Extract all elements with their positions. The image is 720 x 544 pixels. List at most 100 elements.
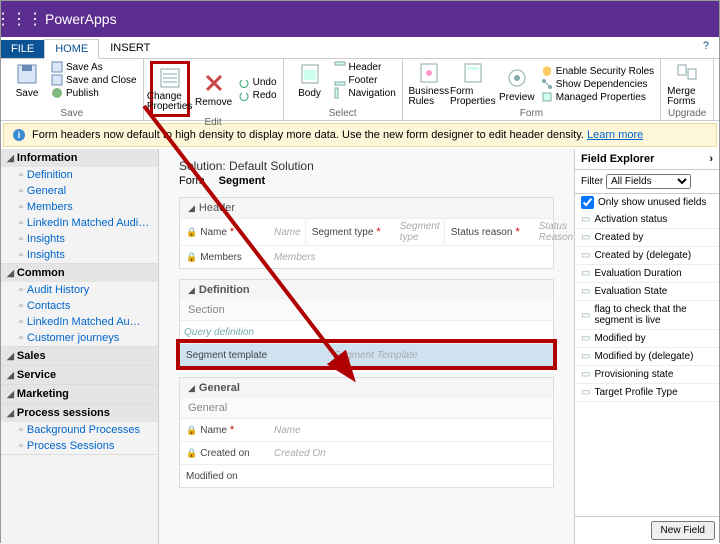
save-icon bbox=[51, 61, 63, 73]
segment-template-row[interactable]: Segment templateSegment Template bbox=[180, 343, 553, 366]
footer-icon bbox=[334, 74, 346, 86]
new-field-button[interactable]: New Field bbox=[651, 521, 715, 540]
required-icon: * bbox=[376, 226, 380, 238]
segment-template-field[interactable]: Segment Template bbox=[330, 348, 553, 363]
sidebar-section-process[interactable]: ◢Process sessions bbox=[1, 404, 158, 422]
sidebar-section-service[interactable]: ◢Service bbox=[1, 366, 158, 384]
change-properties-button[interactable]: Change Properties bbox=[150, 61, 190, 117]
group-edit-label: Edit bbox=[150, 117, 277, 128]
field-item[interactable]: ▭Created by (delegate) bbox=[575, 247, 719, 265]
field-item[interactable]: ▭flag to check that the segment is live bbox=[575, 301, 719, 330]
help-icon[interactable]: ? bbox=[703, 40, 709, 52]
sidebar-item[interactable]: ▫LinkedIn Matched Au… bbox=[1, 314, 158, 330]
tab-home[interactable]: HOME bbox=[44, 39, 99, 59]
definition-section[interactable]: ◢Definition Section Query definition Seg… bbox=[179, 279, 554, 367]
business-rules-button[interactable]: Business Rules bbox=[409, 61, 449, 107]
form-canvas[interactable]: Solution: Default Solution FormSegment ◢… bbox=[159, 149, 574, 544]
field-item[interactable]: ▭Evaluation State bbox=[575, 283, 719, 301]
sidebar-item[interactable]: ▫Insights bbox=[1, 231, 158, 247]
save-button[interactable]: Save bbox=[7, 62, 47, 99]
collapse-icon: ◢ bbox=[188, 383, 195, 394]
item-icon: ▫ bbox=[19, 284, 23, 296]
security-roles-button[interactable]: Enable Security Roles bbox=[541, 65, 654, 77]
sidebar-item[interactable]: ▫Customer journeys bbox=[1, 330, 158, 346]
publish-icon bbox=[51, 87, 63, 99]
collapse-icon: ◢ bbox=[188, 285, 195, 296]
sidebar-item[interactable]: ▫Contacts bbox=[1, 298, 158, 314]
preview-button[interactable]: Preview bbox=[497, 66, 537, 103]
header-button[interactable]: Header bbox=[334, 61, 396, 73]
properties-icon bbox=[158, 66, 182, 90]
form-properties-button[interactable]: Form Properties bbox=[453, 61, 493, 107]
sidebar-item[interactable]: ▫Members bbox=[1, 199, 158, 215]
sidebar-item[interactable]: ▫Insights bbox=[1, 247, 158, 263]
sidebar-item[interactable]: ▫Background Processes bbox=[1, 422, 158, 438]
chevron-right-icon[interactable]: › bbox=[709, 153, 713, 165]
remove-button[interactable]: Remove bbox=[194, 71, 234, 108]
footer-button[interactable]: Footer bbox=[334, 74, 396, 86]
navigation-sidebar[interactable]: ◢Information ▫Definition▫General▫Members… bbox=[1, 149, 159, 544]
app-launcher[interactable]: ⋮⋮⋮ bbox=[1, 1, 37, 37]
required-icon: * bbox=[515, 226, 519, 238]
field-icon: ▭ bbox=[581, 387, 590, 398]
body-button[interactable]: Body bbox=[290, 62, 330, 99]
filter-select[interactable]: All Fields bbox=[606, 174, 691, 189]
query-definition-field[interactable]: Query definition bbox=[180, 325, 553, 340]
sidebar-section-marketing[interactable]: ◢Marketing bbox=[1, 385, 158, 403]
sidebar-item[interactable]: ▫LinkedIn Matched Audi… bbox=[1, 215, 158, 231]
field-item[interactable]: ▭Created by bbox=[575, 229, 719, 247]
modified-on-field[interactable] bbox=[270, 474, 553, 478]
collapse-icon: ◢ bbox=[7, 153, 14, 164]
name-field-2[interactable]: Name bbox=[270, 423, 553, 438]
sidebar-section-sales[interactable]: ◢Sales bbox=[1, 347, 158, 365]
learn-more-link[interactable]: Learn more bbox=[587, 129, 643, 141]
field-item[interactable]: ▭Activation status bbox=[575, 211, 719, 229]
collapse-icon: ◢ bbox=[7, 370, 14, 381]
preview-icon bbox=[505, 66, 529, 90]
managed-properties-button[interactable]: Managed Properties bbox=[541, 91, 654, 103]
navigation-button[interactable]: Navigation bbox=[334, 87, 396, 99]
only-unused-checkbox[interactable] bbox=[581, 196, 594, 209]
save-icon bbox=[15, 62, 39, 86]
field-item[interactable]: ▭Provisioning state bbox=[575, 366, 719, 384]
publish-button[interactable]: Publish bbox=[51, 87, 137, 99]
undo-button[interactable]: Undo bbox=[238, 77, 277, 89]
save-close-button[interactable]: Save and Close bbox=[51, 74, 137, 86]
sidebar-section-common[interactable]: ◢Common bbox=[1, 264, 158, 282]
redo-button[interactable]: Redo bbox=[238, 90, 277, 102]
merge-icon bbox=[675, 61, 699, 85]
segment-type-field[interactable]: Segment type bbox=[396, 219, 444, 245]
status-reason-field[interactable]: Status Reason bbox=[535, 219, 574, 245]
field-item[interactable]: ▭Modified by bbox=[575, 330, 719, 348]
header-icon bbox=[334, 61, 346, 73]
item-icon: ▫ bbox=[19, 300, 23, 312]
field-item[interactable]: ▭Modified by (delegate) bbox=[575, 348, 719, 366]
lock-icon: 🔒 bbox=[186, 448, 197, 459]
members-field[interactable]: Members bbox=[270, 250, 553, 265]
sidebar-item[interactable]: ▫Definition bbox=[1, 167, 158, 183]
created-on-field[interactable]: Created On bbox=[270, 446, 553, 461]
general-section[interactable]: ◢General General 🔒Name*Name 🔒Created onC… bbox=[179, 377, 554, 488]
merge-forms-button[interactable]: Merge Forms bbox=[667, 61, 707, 107]
group-select-label: Select bbox=[290, 108, 396, 119]
field-item[interactable]: ▭Evaluation Duration bbox=[575, 265, 719, 283]
field-icon: ▭ bbox=[581, 250, 590, 261]
field-icon: ▭ bbox=[581, 333, 590, 344]
lock-icon: 🔒 bbox=[186, 252, 197, 263]
item-icon: ▫ bbox=[19, 316, 23, 328]
sidebar-section-information[interactable]: ◢Information bbox=[1, 149, 158, 167]
security-icon bbox=[541, 65, 553, 77]
tab-insert[interactable]: INSERT bbox=[99, 38, 161, 58]
save-as-button[interactable]: Save As bbox=[51, 61, 137, 73]
header-section[interactable]: ◢Header 🔒Name*Name Segment type*Segment … bbox=[179, 197, 554, 269]
sidebar-item[interactable]: ▫Audit History bbox=[1, 282, 158, 298]
field-item[interactable]: ▭Target Profile Type bbox=[575, 384, 719, 402]
dependencies-button[interactable]: Show Dependencies bbox=[541, 78, 654, 90]
field-explorer: Field Explorer› Filter All Fields Only s… bbox=[574, 149, 719, 544]
name-field[interactable]: Name bbox=[270, 225, 305, 240]
undo-icon bbox=[238, 77, 250, 89]
remove-icon bbox=[202, 71, 226, 95]
sidebar-item[interactable]: ▫Process Sessions bbox=[1, 438, 158, 454]
sidebar-item[interactable]: ▫General bbox=[1, 183, 158, 199]
tab-file[interactable]: FILE bbox=[1, 40, 44, 58]
